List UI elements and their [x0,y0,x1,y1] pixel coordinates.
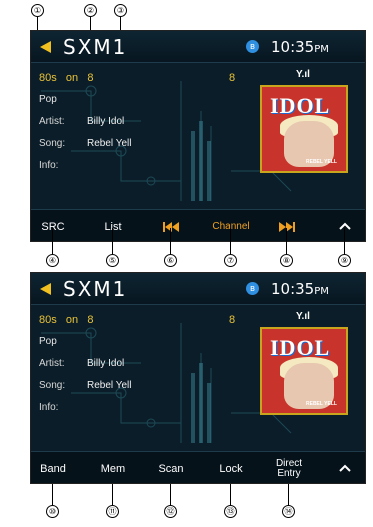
button-bar: SRC List Channel [31,209,365,241]
header-bar: SXM1 ʙ 10:35PM [31,273,365,305]
header-bar: SXM1 ʙ 10:35PM [31,31,365,63]
info-label: Info: [39,160,59,171]
album-art: IDOL REBEL YELL [260,85,348,173]
callout-10-leader [52,484,53,505]
clock-time: 10:35 [271,280,315,298]
album-art: IDOL REBEL YELL [260,327,348,415]
song-value: Rebel Yell [87,138,132,149]
skip-next-icon [279,222,295,232]
song-label: Song: [39,138,66,149]
album-art-title: IDOL [270,335,331,360]
callout-13-leader [230,484,231,505]
signal-strength-icon: Y.ıl [296,311,310,322]
callout-12: ⑫ [164,505,177,518]
callout-9: ⑨ [338,254,351,267]
callout-2: ② [84,4,97,17]
artist-value: Billy Idol [87,116,125,127]
album-art-caption: REBEL YELL [306,401,337,407]
clock-ampm: PM [314,44,329,55]
callout-10: ⑩ [46,505,59,518]
station-title: SXM1 [63,35,128,59]
channel-number-right: 8 [229,314,236,326]
callout-13: ⑬ [224,505,237,518]
callout-11-leader [112,484,113,505]
callout-7-leader [230,228,231,254]
channel-number: 8 [87,314,94,326]
scan-button[interactable]: Scan [149,452,193,483]
callout-4-leader [52,228,53,254]
category-name: 80s [39,314,57,326]
band-button[interactable]: Band [31,452,75,483]
category-line: 80s on 8 [39,72,93,84]
clock: 10:35PM [271,280,329,298]
chevron-up-icon [339,464,351,472]
list-button[interactable]: List [91,210,135,241]
category-line: 80s on 8 [39,314,93,326]
station-title: SXM1 [63,277,128,301]
callout-8-leader [286,228,287,254]
info-area: 80s on 8 8 Y.ıl Pop Artist: Billy Idol S… [31,63,365,208]
next-button[interactable] [265,210,309,241]
bluetooth-icon: ʙ [246,40,259,53]
skip-previous-icon [163,222,179,232]
category-on: on [65,314,79,326]
radio-screen-2: SXM1 ʙ 10:35PM 80s on 8 8 Y.ıl Pop Artis… [30,272,366,484]
info-area: 80s on 8 8 Y.ıl Pop Artist: Billy Idol S… [31,305,365,450]
lock-button[interactable]: Lock [209,452,253,483]
artist-label: Artist: [39,358,65,369]
artist-value: Billy Idol [87,358,125,369]
info-label: Info: [39,402,59,413]
direct-entry-button[interactable]: Direct Entry [267,452,311,483]
callout-12-leader [170,484,171,505]
clock-time: 10:35 [271,38,315,56]
button-bar: Band Mem Scan Lock Direct Entry [31,451,365,483]
mem-button[interactable]: Mem [91,452,135,483]
song-label: Song: [39,380,66,391]
channel-number-right: 8 [229,72,236,84]
src-button[interactable]: SRC [31,210,75,241]
callout-14: ⑭ [282,505,295,518]
radio-screen-1: SXM1 ʙ 10:35PM 80s on 8 8 Y.ıl Pop Artis… [30,30,366,242]
signal-strength-icon: Y.ıl [296,69,310,80]
channel-button[interactable]: Channel [203,210,259,241]
song-value: Rebel Yell [87,380,132,391]
callout-3: ③ [114,4,127,17]
previous-button[interactable] [149,210,193,241]
chevron-up-icon [339,222,351,230]
callout-4: ④ [46,254,59,267]
genre-text: Pop [39,94,57,105]
callout-6: ⑥ [164,254,177,267]
callout-9-leader [344,228,345,254]
callout-8: ⑧ [280,254,293,267]
callout-14-leader [288,484,289,505]
artist-label: Artist: [39,116,65,127]
callout-1: ① [31,4,44,17]
clock-ampm: PM [314,286,329,297]
category-on: on [65,72,79,84]
callout-11: ⑪ [106,505,119,518]
genre-text: Pop [39,336,57,347]
callout-5: ⑤ [106,254,119,267]
album-art-title: IDOL [270,93,331,118]
direct-entry-line2: Entry [277,468,301,479]
back-triangle-icon[interactable] [37,39,53,55]
channel-number: 8 [87,72,94,84]
callout-5-leader [112,228,113,254]
category-name: 80s [39,72,57,84]
album-art-caption: REBEL YELL [306,159,337,165]
back-triangle-icon[interactable] [37,281,53,297]
callout-7: ⑦ [224,254,237,267]
callout-6-leader [170,228,171,254]
clock: 10:35PM [271,38,329,56]
bluetooth-icon: ʙ [246,282,259,295]
up-button[interactable] [323,452,365,483]
